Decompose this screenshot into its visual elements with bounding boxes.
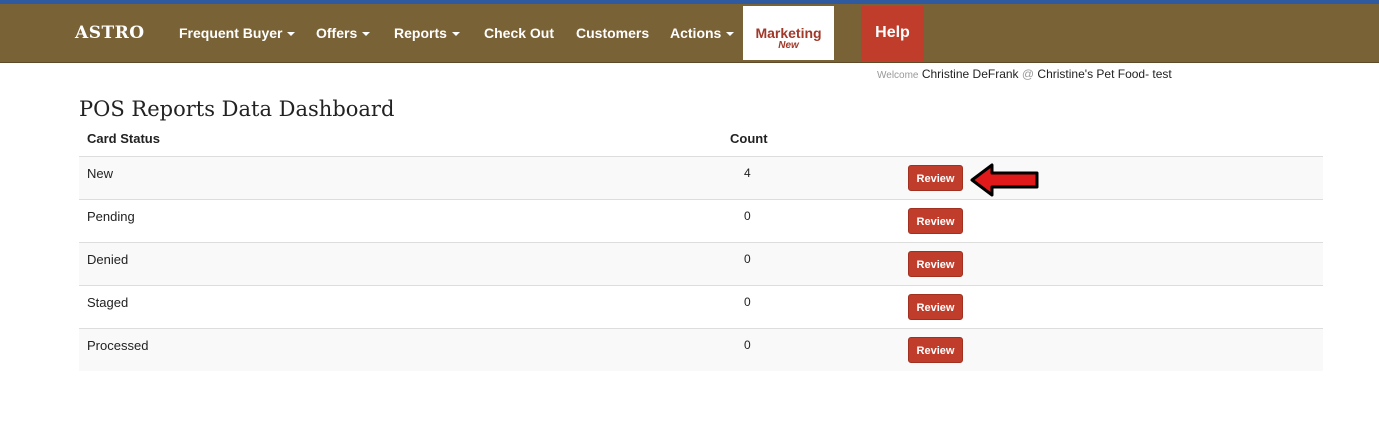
help-button[interactable]: Help	[861, 6, 924, 61]
row-count: 0	[744, 252, 751, 266]
row-count: 0	[744, 295, 751, 309]
table-row: Pending 0 Review	[79, 199, 1323, 242]
row-count: 4	[744, 166, 751, 180]
welcome-message: Welcome Christine DeFrank @ Christine's …	[877, 67, 1172, 81]
welcome-user: Christine DeFrank	[921, 67, 1019, 81]
red-arrow-left-icon	[970, 163, 1039, 197]
review-button[interactable]: Review	[908, 208, 963, 234]
table-row: Denied 0 Review	[79, 242, 1323, 285]
row-status: Denied	[87, 252, 129, 267]
table-row: New 4 Review	[79, 156, 1323, 199]
caret-down-icon	[287, 32, 296, 37]
nav-marketing-new-badge: New	[778, 40, 799, 51]
row-status: Processed	[87, 338, 149, 353]
caret-down-icon	[362, 32, 371, 37]
row-status: New	[87, 166, 114, 181]
nav-offers[interactable]: Offers	[316, 25, 371, 41]
nav-marketing-label: Marketing	[755, 25, 822, 41]
nav-customers[interactable]: Customers	[576, 25, 649, 41]
review-button[interactable]: Review	[908, 165, 963, 191]
row-count: 0	[744, 338, 751, 352]
nav-reports-label: Reports	[394, 25, 447, 41]
nav-check-out[interactable]: Check Out	[484, 25, 554, 41]
nav-reports[interactable]: Reports	[394, 25, 460, 41]
header-count: Count	[730, 131, 768, 146]
caret-down-icon	[726, 32, 735, 37]
brand-logo[interactable]: ASTRO	[75, 23, 145, 43]
card-status-table: New 4 Review Pending 0 Review Denied 0 R…	[79, 156, 1323, 371]
page-title: POS Reports Data Dashboard	[79, 97, 395, 121]
table-row: Staged 0 Review	[79, 285, 1323, 328]
review-button[interactable]: Review	[908, 294, 963, 320]
review-button[interactable]: Review	[908, 337, 963, 363]
nav-marketing[interactable]: Marketing New	[743, 6, 834, 60]
nav-actions[interactable]: Actions	[670, 25, 735, 41]
row-status: Pending	[87, 209, 135, 224]
nav-frequent-buyer-label: Frequent Buyer	[179, 25, 283, 41]
top-navbar: ASTRO Frequent Buyer Offers Reports Chec…	[0, 4, 1379, 63]
table-row: Processed 0 Review	[79, 328, 1323, 371]
row-status: Staged	[87, 295, 129, 310]
nav-frequent-buyer[interactable]: Frequent Buyer	[179, 25, 296, 41]
caret-down-icon	[451, 32, 460, 37]
nav-actions-label: Actions	[670, 25, 722, 41]
welcome-at: @	[1021, 67, 1035, 81]
header-card-status: Card Status	[87, 131, 160, 146]
row-count: 0	[744, 209, 751, 223]
welcome-label: Welcome	[877, 70, 919, 81]
review-button[interactable]: Review	[908, 251, 963, 277]
nav-offers-label: Offers	[316, 25, 358, 41]
welcome-store: Christine's Pet Food- test	[1037, 67, 1172, 81]
